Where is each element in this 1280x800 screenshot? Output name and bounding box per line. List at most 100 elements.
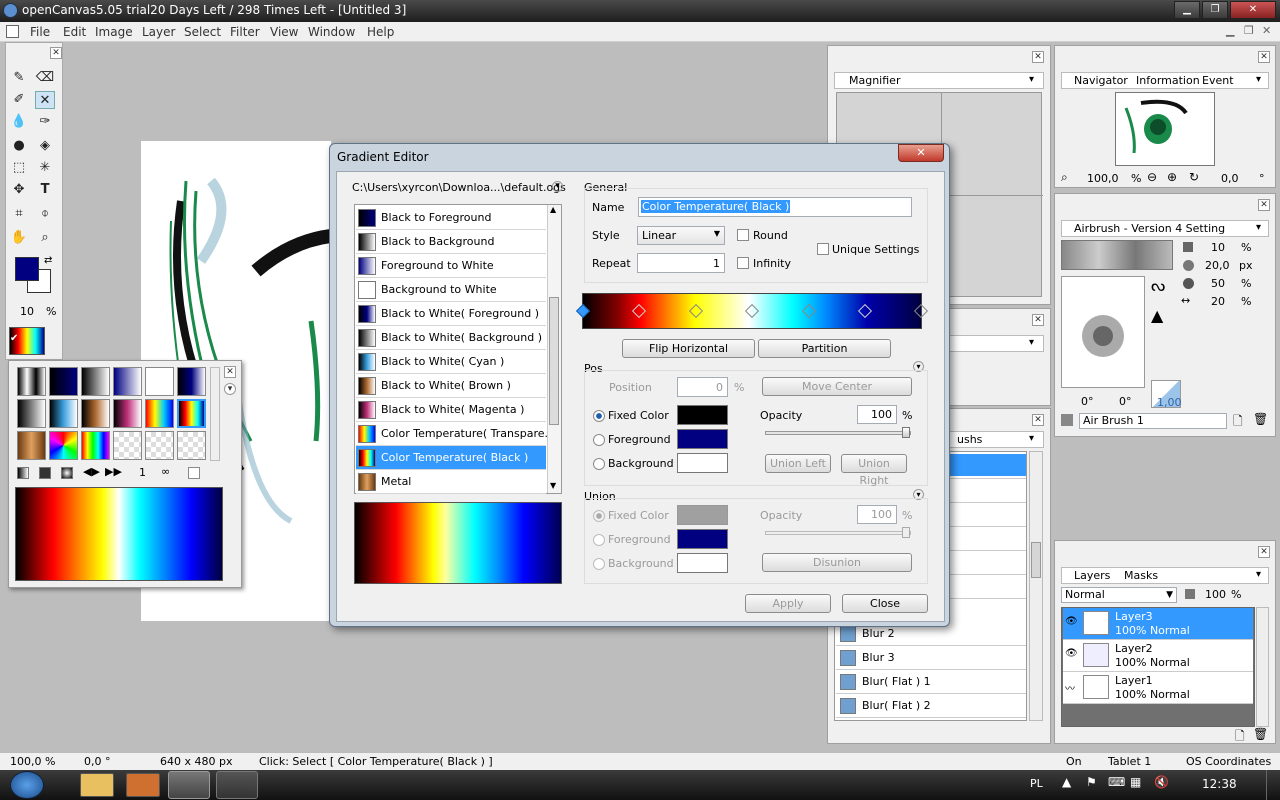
navigator-close-icon[interactable]: ✕ [1258,51,1270,63]
swatch-item[interactable] [145,431,174,460]
repeat-icon[interactable]: ▶▶ [105,465,122,478]
maximize-button[interactable]: ❐ [1202,1,1228,19]
swatch-item[interactable] [49,399,78,428]
repeat-field[interactable]: 1 [637,253,725,273]
fill-tool-icon[interactable]: ◈ [35,137,55,155]
airbrush-close-icon[interactable]: ✕ [1258,199,1270,211]
gradient-row[interactable]: Black to White( Cyan ) [356,350,546,374]
brushes-scrollbar[interactable] [1029,451,1043,721]
loop-icon[interactable]: ∞ [161,465,170,478]
color-stop[interactable] [631,303,647,319]
fixed-color-swatch[interactable] [677,405,728,425]
collapsed-panel-menu-icon[interactable]: ▾ [1029,337,1034,348]
tab-brushes[interactable]: ushs [953,433,986,446]
language-indicator[interactable]: PL [1030,777,1043,790]
select-rect-icon[interactable]: ⬚ [9,159,29,177]
swatch-item[interactable] [145,399,174,428]
mdi-minimize-icon[interactable]: ▁ [1226,24,1234,37]
tray-arrow-icon[interactable]: ▲ [1062,775,1071,789]
union-foreground-radio[interactable] [593,534,605,546]
opacity-slider-thumb[interactable] [902,427,910,438]
swatch-item[interactable] [17,399,46,428]
layers-close-icon[interactable]: ✕ [1258,546,1270,558]
union-fixed-color-radio[interactable] [593,510,605,522]
gradient-row[interactable]: Black to Background [356,230,546,254]
gradient-row[interactable]: Black to Foreground [356,206,546,230]
color-stop[interactable] [913,303,929,319]
nav-zoom-in-icon[interactable]: ⊕ [1167,170,1177,184]
eye-icon[interactable]: 👁 [1065,616,1078,627]
menu-window[interactable]: Window [308,25,355,39]
union-background-swatch[interactable] [677,553,728,573]
tab-magnifier[interactable]: Magnifier [845,74,904,87]
color-stop-selected[interactable] [575,303,591,319]
nav-rotate-icon[interactable]: ↻ [1189,170,1199,184]
layers-menu-icon[interactable]: ▾ [1256,569,1261,580]
swatch-item[interactable] [17,431,46,460]
union-foreground-swatch[interactable] [677,529,728,549]
mirror-icon[interactable]: ◀▶ [83,465,100,478]
tab-navigator[interactable]: Navigator [1070,74,1132,87]
tray-volume-icon[interactable]: 🔇 [1154,775,1169,789]
union-fixed-color-swatch[interactable] [677,505,728,525]
swatch-item[interactable] [177,431,206,460]
gradient-stop-bar[interactable] [575,293,929,329]
brush-row[interactable]: Blur( Flat ) 1 [836,670,1026,694]
tray-device-icon[interactable]: ⌨ [1108,775,1125,789]
minimize-button[interactable]: ▁ [1174,1,1200,19]
foreground-radio[interactable] [593,434,605,446]
menu-image[interactable]: Image [95,25,133,39]
layers-scrollbar[interactable] [1256,607,1269,727]
tab-information[interactable]: Information [1132,74,1204,87]
navigator-menu-icon[interactable]: ▾ [1256,74,1261,85]
text-tool-icon[interactable]: T [35,181,55,199]
swatch-item[interactable] [49,431,78,460]
opacity-field[interactable]: 100 [857,405,897,424]
smudge-tool-icon[interactable]: ✕ [35,91,55,109]
swatch-scrollbar[interactable] [210,367,220,461]
tab-event[interactable]: Event [1198,74,1238,87]
infinity-checkbox[interactable] [737,257,749,269]
swatch-item[interactable] [17,367,46,396]
nav-zoom-out-icon[interactable]: ⊖ [1147,170,1157,184]
swatch-checkbox[interactable] [188,467,200,479]
swatch-item[interactable] [81,431,110,460]
union-left-button[interactable]: Union Left [765,454,831,473]
new-brush-icon[interactable]: 🗋 [1233,412,1243,433]
layer-row[interactable]: 👁 Layer2 100% Normal [1063,640,1253,672]
eyedropper-icon[interactable]: ⌽ [35,205,55,223]
swatch-item[interactable] [81,399,110,428]
swatch-item[interactable] [49,367,78,396]
union-opacity-slider-thumb[interactable] [902,527,910,538]
union-opacity-slider[interactable] [765,527,911,538]
close-dialog-button[interactable]: Close [842,594,928,613]
brush-strokes-preview[interactable] [1061,240,1173,270]
knife-tool-icon[interactable]: ✑ [35,113,55,131]
tray-flag-icon[interactable]: ⚑ [1086,775,1097,789]
link-icon[interactable]: 〰 [1065,680,1075,695]
gradient-list-scrollbar[interactable]: ▲ ▼ [547,205,561,493]
menu-edit[interactable]: Edit [63,25,86,39]
color-stop[interactable] [801,303,817,319]
brush-tool-icon[interactable]: ✐ [9,91,29,109]
show-desktop-button[interactable] [1266,770,1280,800]
gradient-row[interactable]: Foreground to White [356,254,546,278]
scroll-down-icon[interactable]: ▼ [550,481,556,490]
square-mode-icon[interactable] [39,467,51,479]
tab-masks[interactable]: Masks [1120,569,1162,582]
mdi-close-icon[interactable]: ✕ [1262,24,1271,37]
start-button[interactable] [10,771,44,799]
apply-button[interactable]: Apply [745,594,831,613]
brush-curve-icon[interactable]: ᔓ [1151,276,1165,295]
disunion-button[interactable]: Disunion [762,553,912,572]
gradient-row[interactable]: Black to White( Background ) [356,326,546,350]
opacity-slider[interactable] [765,427,911,438]
swatch-close-icon[interactable]: ✕ [224,366,236,378]
layer-row[interactable]: 👁 Layer3 100% Normal [1063,608,1253,640]
foreground-color-swatch[interactable] [15,257,39,281]
crop-tool-icon[interactable]: ⌗ [9,205,29,223]
radial-mode-icon[interactable] [61,467,73,479]
new-layer-icon[interactable]: 🗋 [1235,727,1245,748]
round-checkbox[interactable] [737,229,749,241]
magnifier-menu-icon[interactable]: ▾ [1029,74,1034,85]
